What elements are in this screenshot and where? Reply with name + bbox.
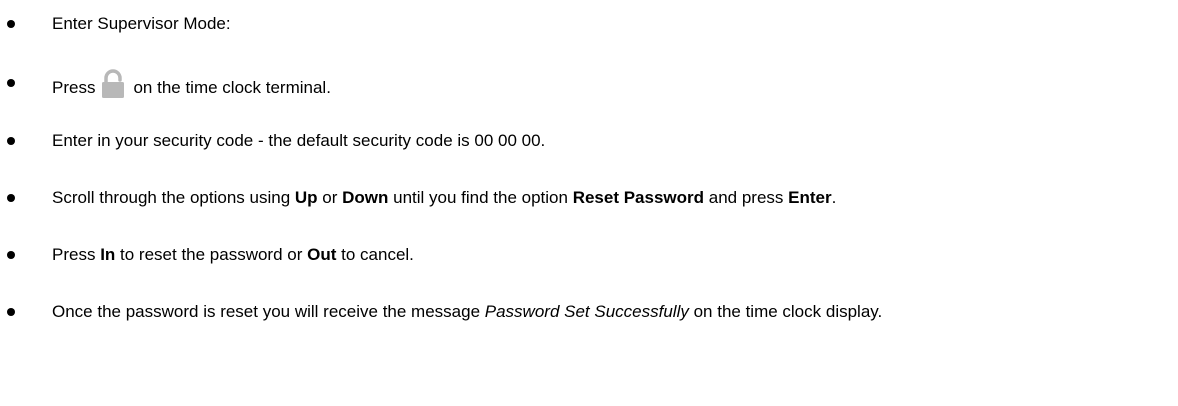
- step-text: Enter Supervisor Mode:: [52, 14, 231, 33]
- lock-icon: [102, 69, 125, 98]
- option-reset-password: Reset Password: [572, 188, 705, 207]
- list-item-text: Press on the time clock terminal.: [52, 69, 1172, 100]
- step-text-before: Press: [52, 78, 96, 97]
- text-run: .: [831, 188, 837, 207]
- bullet: [7, 137, 15, 145]
- bullet: [7, 251, 15, 259]
- text-run: Press: [52, 245, 101, 264]
- instruction-list: Enter Supervisor Mode: Press on the time…: [0, 0, 1178, 406]
- text-run: until you find the option: [388, 188, 573, 207]
- bullet: [7, 20, 15, 28]
- bullet: [7, 194, 15, 202]
- list-item-text: Enter in your security code - the defaul…: [52, 129, 1172, 153]
- step-text: Enter in your security code - the defaul…: [52, 131, 546, 150]
- text-run: to reset the password or: [115, 245, 308, 264]
- key-out: Out: [307, 245, 337, 264]
- text-run: Once the password is reset you will rece…: [52, 302, 485, 321]
- text-run: or: [317, 188, 343, 207]
- list-item-text: Press In to reset the password or Out to…: [52, 243, 1172, 267]
- key-enter: Enter: [788, 188, 832, 207]
- message-password-set: Password Set Successfully: [484, 302, 689, 321]
- list-item-text: Enter Supervisor Mode:: [52, 12, 1172, 36]
- key-in: In: [100, 245, 116, 264]
- text-run: on the time clock display.: [688, 302, 883, 321]
- text-run: and press: [704, 188, 789, 207]
- text-run: Scroll through the options using: [52, 188, 295, 207]
- list-item-text: Once the password is reset you will rece…: [52, 300, 1118, 324]
- step-text-after: on the time clock terminal.: [133, 78, 331, 97]
- text-run: to cancel.: [336, 245, 414, 264]
- key-down: Down: [342, 188, 389, 207]
- bullet: [7, 308, 15, 316]
- list-item-text: Scroll through the options using Up or D…: [52, 186, 1172, 210]
- bullet: [7, 79, 15, 87]
- key-up: Up: [294, 188, 318, 207]
